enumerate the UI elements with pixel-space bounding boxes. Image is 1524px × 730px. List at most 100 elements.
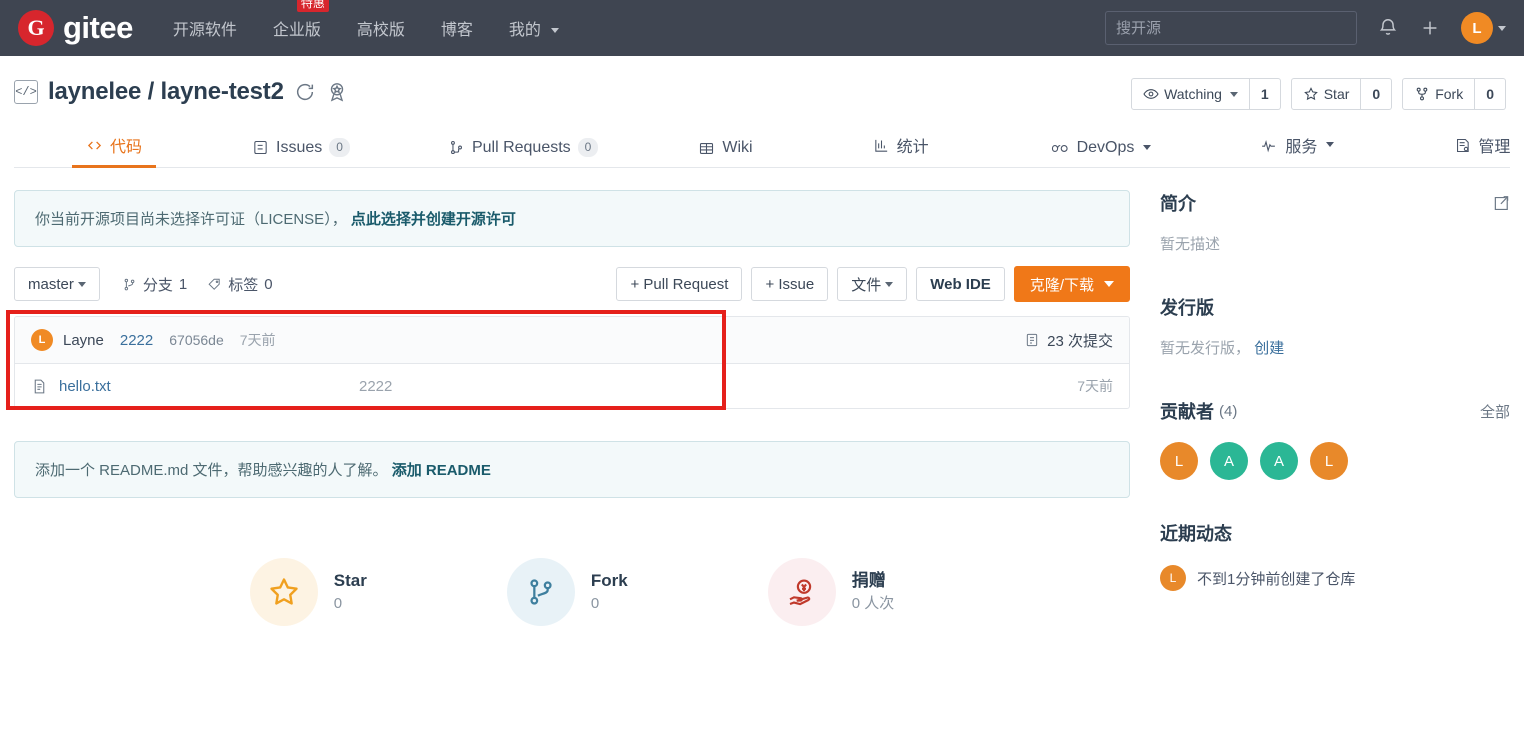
nav-item-mine[interactable]: 我的 bbox=[509, 16, 559, 40]
commit-author[interactable]: Layne bbox=[63, 332, 104, 349]
gitee-logo-mark: G bbox=[18, 10, 54, 46]
file-row[interactable]: hello.txt 2222 7天前 bbox=[15, 364, 1129, 408]
watch-button[interactable]: Watching bbox=[1131, 78, 1250, 110]
star-count[interactable]: 0 bbox=[1361, 78, 1393, 110]
file-commit-message: 2222 bbox=[359, 377, 393, 395]
pulse-icon bbox=[1262, 139, 1276, 152]
license-notice-text: 你当前开源项目尚未选择许可证（LICENSE）， bbox=[35, 211, 347, 228]
contributors-heading: 贡献者 (4) 全部 bbox=[1160, 398, 1510, 424]
toolbar-right-actions: + Pull Request + Issue 文件 Web IDE 克隆/下载 bbox=[616, 266, 1130, 302]
nav-item-university[interactable]: 高校版 bbox=[357, 16, 405, 40]
edit-icon[interactable] bbox=[1491, 194, 1510, 213]
sidebar-contributors-block: 贡献者 (4) 全部 L A A L bbox=[1160, 398, 1510, 480]
branches-link[interactable]: 分支 1 bbox=[122, 274, 187, 295]
avatar[interactable]: L bbox=[1160, 442, 1198, 480]
page-title[interactable]: laynelee / layne-test2 bbox=[48, 78, 284, 106]
web-ide-button[interactable]: Web IDE bbox=[916, 267, 1005, 301]
tab-label: 统计 bbox=[896, 139, 929, 156]
tab-issues[interactable]: Issues 0 bbox=[252, 138, 350, 167]
stat-star[interactable]: Star 0 bbox=[249, 558, 367, 626]
avatar[interactable]: A bbox=[1210, 442, 1248, 480]
file-commit-time: 7天前 bbox=[1077, 378, 1113, 394]
files-menu-button[interactable]: 文件 bbox=[837, 267, 908, 301]
release-title: 发行版 bbox=[1160, 298, 1214, 318]
contributor-avatars: L A A L bbox=[1160, 442, 1510, 480]
nav-item-blog[interactable]: 博客 bbox=[441, 16, 473, 40]
commit-sha[interactable]: 67056de bbox=[169, 332, 224, 348]
avatar[interactable]: L bbox=[1310, 442, 1348, 480]
release-description: 暂无发行版， 创建 bbox=[1160, 337, 1510, 358]
contributors-all-link[interactable]: 全部 bbox=[1480, 401, 1510, 422]
readme-notice-link[interactable]: 添加 README bbox=[392, 462, 491, 479]
fork-label: Fork bbox=[1435, 86, 1464, 102]
chart-icon bbox=[874, 139, 887, 152]
tags-count: 0 bbox=[264, 275, 273, 293]
promo-badge: 特惠 bbox=[296, 0, 329, 12]
chevron-down-icon bbox=[1143, 145, 1152, 150]
tab-label: 管理 bbox=[1478, 139, 1511, 156]
tab-pull-requests[interactable]: Pull Requests 0 bbox=[448, 138, 599, 167]
file-name[interactable]: hello.txt bbox=[59, 378, 359, 395]
tab-manage[interactable]: 管理 bbox=[1454, 133, 1510, 167]
branch-selector[interactable]: master bbox=[14, 267, 100, 301]
file-list: L Layne 2222 67056de 7天前 23 次提交 hello.tx… bbox=[14, 316, 1130, 409]
nav-item-enterprise[interactable]: 特惠 企业版 bbox=[273, 0, 329, 40]
commit-message[interactable]: 2222 bbox=[120, 332, 153, 349]
tab-devops[interactable]: DevOps bbox=[1051, 139, 1152, 167]
nav-label: 博客 bbox=[440, 22, 473, 39]
gitee-logo[interactable]: G gitee bbox=[18, 10, 133, 46]
chevron-down-icon bbox=[1104, 281, 1114, 287]
commits-count-link[interactable]: 23 次提交 bbox=[1024, 330, 1113, 351]
activity-heading: 近期动态 bbox=[1160, 520, 1510, 546]
watch-button-group[interactable]: Watching 1 bbox=[1131, 78, 1281, 110]
nav-item-opensource[interactable]: 开源软件 bbox=[173, 16, 237, 40]
tab-code[interactable]: 代码 bbox=[71, 133, 157, 168]
plus-icon[interactable] bbox=[1419, 17, 1441, 39]
stat-donate[interactable]: 捐赠 0 人次 bbox=[767, 558, 895, 626]
tab-wiki[interactable]: Wiki bbox=[698, 139, 753, 167]
gitee-logo-text: gitee bbox=[63, 10, 133, 45]
star-button-group[interactable]: Star 0 bbox=[1290, 78, 1393, 110]
avatar[interactable]: A bbox=[1260, 442, 1298, 480]
repo-stats-row: Star 0 Fork 0 捐赠 0 人次 bbox=[14, 558, 1130, 626]
stat-fork[interactable]: Fork 0 bbox=[506, 558, 628, 626]
repo-toolbar: master 分支 1 标签 0 + Pull Request + Issue … bbox=[14, 266, 1130, 302]
intro-title: 简介 bbox=[1160, 194, 1196, 214]
donate-icon bbox=[767, 558, 836, 626]
fork-button-group[interactable]: Fork 0 bbox=[1402, 78, 1506, 110]
award-badge-icon[interactable] bbox=[326, 81, 348, 103]
activity-title: 近期动态 bbox=[1160, 524, 1232, 544]
nav-label: 高校版 bbox=[356, 22, 405, 39]
avatar: L bbox=[1461, 12, 1493, 44]
watch-count[interactable]: 1 bbox=[1249, 78, 1281, 110]
license-notice-link[interactable]: 点此选择并创建开源许可 bbox=[351, 211, 516, 228]
search-input[interactable] bbox=[1105, 11, 1357, 45]
wiki-icon bbox=[700, 142, 714, 154]
nav-label: 我的 bbox=[508, 22, 541, 39]
fork-count[interactable]: 0 bbox=[1475, 78, 1506, 110]
fork-button[interactable]: Fork bbox=[1402, 78, 1476, 110]
sync-icon[interactable] bbox=[294, 81, 316, 103]
avatar[interactable]: L bbox=[1160, 565, 1186, 591]
new-pull-request-button[interactable]: + Pull Request bbox=[616, 267, 743, 301]
star-button[interactable]: Star bbox=[1290, 78, 1362, 110]
user-avatar-menu[interactable]: L bbox=[1461, 12, 1506, 44]
tab-statistics[interactable]: 统计 bbox=[873, 133, 929, 167]
file-icon bbox=[31, 378, 48, 395]
bell-icon[interactable] bbox=[1377, 17, 1399, 39]
code-icon bbox=[87, 141, 102, 149]
create-release-link[interactable]: 创建 bbox=[1254, 340, 1284, 357]
avatar: L bbox=[31, 329, 53, 351]
tags-label: 标签 bbox=[228, 276, 259, 294]
stat-text-group: 捐赠 0 人次 bbox=[852, 570, 895, 614]
tags-link[interactable]: 标签 0 bbox=[207, 274, 273, 295]
tab-label: 代码 bbox=[110, 139, 143, 156]
release-empty-text: 暂无发行版， bbox=[1160, 340, 1251, 357]
clone-download-button[interactable]: 克隆/下载 bbox=[1013, 266, 1130, 302]
stat-value: 0 人次 bbox=[851, 594, 895, 612]
top-right-actions: L bbox=[1105, 11, 1506, 45]
new-issue-button[interactable]: + Issue bbox=[751, 267, 829, 301]
tab-label: Pull Requests bbox=[471, 138, 571, 156]
file-list-section: L Layne 2222 67056de 7天前 23 次提交 hello.tx… bbox=[6, 310, 1130, 410]
tab-services[interactable]: 服务 bbox=[1259, 133, 1335, 167]
